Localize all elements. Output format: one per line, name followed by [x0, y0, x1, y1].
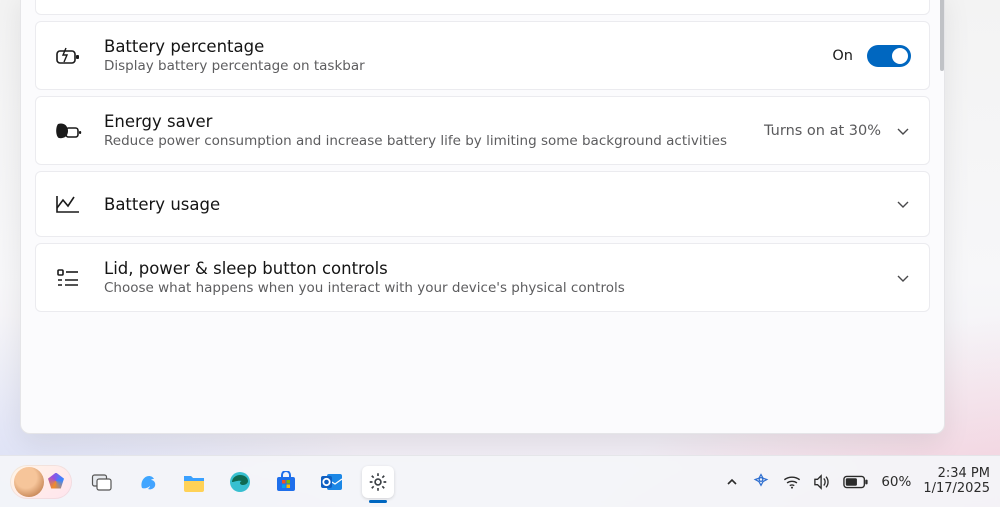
battery-percentage-label: 60%: [881, 474, 911, 490]
setting-subtitle: Choose what happens when you interact wi…: [104, 280, 873, 296]
clock-area[interactable]: 2:34 PM 1/17/2025: [923, 467, 990, 497]
setting-subtitle: Display battery percentage on taskbar: [104, 58, 810, 74]
battery-percent-icon: [54, 45, 82, 67]
setting-title: Battery percentage: [104, 37, 810, 56]
setting-row-lid-power-controls[interactable]: Lid, power & sleep button controls Choos…: [35, 243, 930, 312]
start-widgets-pill[interactable]: [10, 465, 72, 499]
taskbar-icon-copilot[interactable]: [132, 466, 164, 498]
toggle-state-label: On: [832, 48, 853, 64]
wifi-icon[interactable]: [783, 474, 801, 490]
volume-icon[interactable]: [813, 474, 831, 490]
setting-row-energy-saver[interactable]: Energy saver Reduce power consumption an…: [35, 96, 930, 165]
taskbar: 60% 2:34 PM 1/17/2025: [0, 455, 1000, 507]
setting-title: Lid, power & sleep button controls: [104, 259, 873, 278]
avatar: [14, 467, 44, 497]
taskbar-icon-edge[interactable]: [224, 466, 256, 498]
cloud-sync-icon[interactable]: [751, 472, 771, 492]
taskbar-icon-store[interactable]: [270, 466, 302, 498]
taskbar-icon-outlook[interactable]: [316, 466, 348, 498]
taskbar-icon-explorer[interactable]: [178, 466, 210, 498]
taskbar-icon-settings[interactable]: [362, 466, 394, 498]
chevron-down-icon: [895, 270, 911, 286]
setting-row-idle[interactable]: Choose what happens when your device is …: [35, 0, 930, 15]
taskbar-icon-taskview[interactable]: [86, 466, 118, 498]
energy-saver-status: Turns on at 30%: [764, 123, 881, 139]
energy-saver-icon: [54, 120, 82, 142]
tray-time: 2:34 PM: [923, 467, 990, 482]
battery-percentage-toggle[interactable]: [867, 45, 911, 67]
controls-list-icon: [54, 268, 82, 288]
setting-title: Battery usage: [104, 195, 873, 214]
setting-subtitle: Reduce power consumption and increase ba…: [104, 133, 742, 149]
chevron-down-icon: [895, 196, 911, 212]
setting-row-battery-percentage[interactable]: Battery percentage Display battery perce…: [35, 21, 930, 90]
setting-title: Energy saver: [104, 112, 742, 131]
widgets-icon: [48, 473, 64, 489]
battery-icon[interactable]: [843, 475, 869, 489]
chevron-down-icon: [895, 123, 911, 139]
tray-overflow-icon[interactable]: [725, 475, 739, 489]
usage-graph-icon: [54, 194, 82, 214]
tray-date: 1/17/2025: [923, 482, 990, 497]
settings-window: Choose what happens when your device is …: [20, 0, 945, 434]
setting-row-battery-usage[interactable]: Battery usage: [35, 171, 930, 237]
